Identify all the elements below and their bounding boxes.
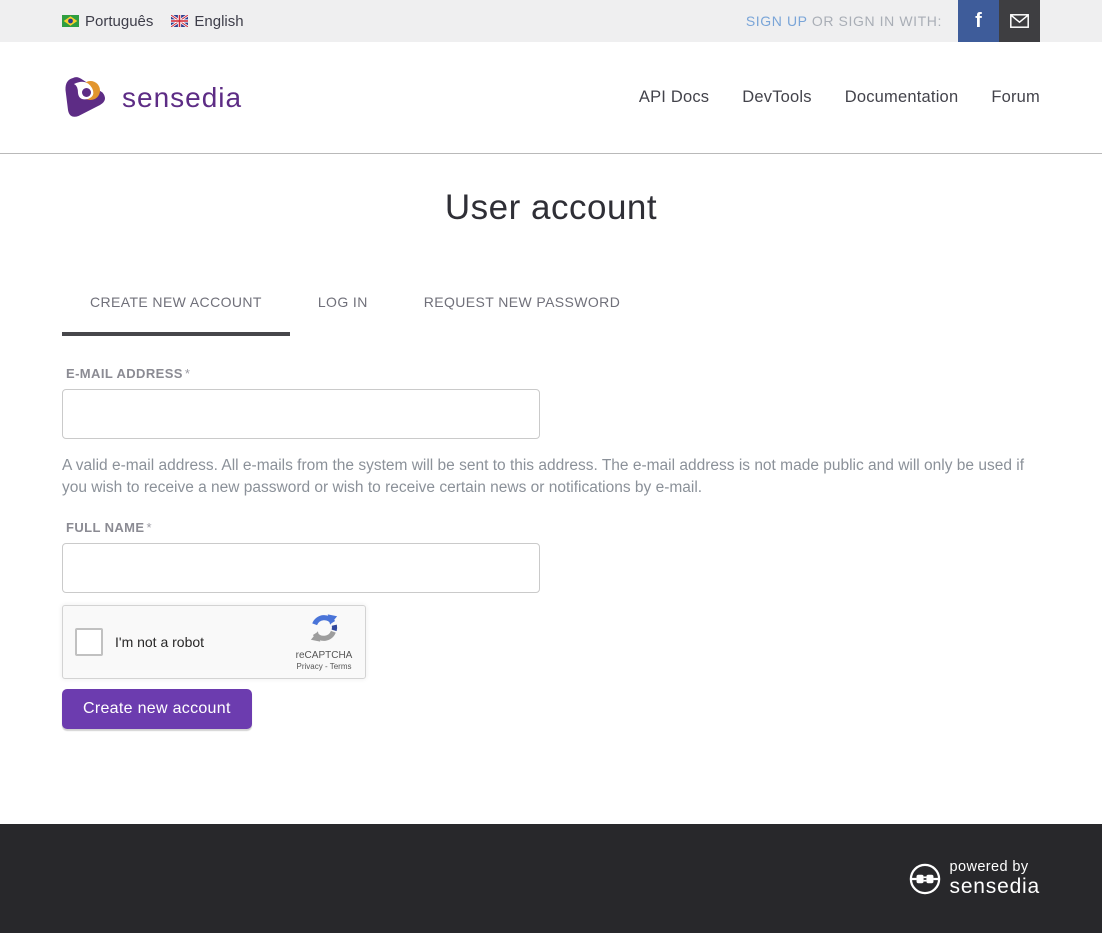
recaptcha-privacy-link[interactable]: Privacy — [297, 662, 323, 671]
topbar: Português English SIGN U — [0, 0, 1102, 42]
recaptcha-label: I'm not a robot — [115, 634, 287, 650]
facebook-signin-button[interactable]: f — [958, 0, 999, 42]
email-help-text: A valid e-mail address. All e-mails from… — [62, 455, 1040, 498]
email-signin-button[interactable] — [999, 0, 1040, 42]
language-link-english[interactable]: English — [171, 13, 243, 30]
tab-log-in[interactable]: LOG IN — [290, 294, 396, 336]
recaptcha-brand-text: reCAPTCHA — [287, 650, 361, 661]
recaptcha-links: Privacy - Terms — [287, 662, 361, 671]
account-tabs: CREATE NEW ACCOUNT LOG IN REQUEST NEW PA… — [62, 294, 1040, 336]
recaptcha-widget: I'm not a robot reCAPTCHA Privacy - Term… — [62, 605, 366, 679]
language-link-portugues[interactable]: Português — [62, 13, 153, 30]
sensedia-logo[interactable]: sensedia — [62, 74, 242, 122]
recaptcha-terms-link[interactable]: Terms — [330, 662, 352, 671]
nav-item-devtools[interactable]: DevTools — [742, 88, 811, 106]
tab-create-new-account[interactable]: CREATE NEW ACCOUNT — [62, 294, 290, 336]
page-title: User account — [0, 188, 1102, 228]
sensedia-logo-mark-icon — [62, 74, 110, 122]
email-field[interactable] — [62, 389, 540, 439]
full-name-field[interactable] — [62, 543, 540, 593]
create-new-account-button[interactable]: Create new account — [62, 689, 252, 729]
recaptcha-logo-icon — [309, 630, 339, 647]
required-mark: * — [146, 520, 151, 535]
full-name-label: FULL NAME* — [66, 520, 1040, 535]
powered-by-sensedia-logo[interactable]: powered by sensedia — [909, 860, 1040, 898]
sensedia-plug-icon — [909, 863, 941, 895]
facebook-icon: f — [975, 10, 982, 33]
uk-flag-icon — [171, 15, 188, 27]
nav-item-api-docs[interactable]: API Docs — [639, 88, 709, 106]
site-footer: powered by sensedia — [0, 824, 1102, 933]
nav-item-forum[interactable]: Forum — [991, 88, 1040, 106]
main-nav: API Docs DevTools Documentation Forum — [639, 88, 1040, 107]
signin-area: SIGN UP OR SIGN IN WITH: f — [746, 0, 1040, 42]
language-switcher: Português English — [62, 0, 244, 42]
sensedia-wordmark: sensedia — [122, 82, 242, 114]
envelope-icon — [1010, 14, 1029, 28]
required-mark: * — [185, 366, 190, 381]
main-content: User account CREATE NEW ACCOUNT LOG IN R… — [0, 188, 1102, 824]
recaptcha-checkbox[interactable] — [75, 628, 103, 656]
email-label: E-MAIL ADDRESS* — [66, 366, 1040, 381]
create-account-form: E-MAIL ADDRESS* A valid e-mail address. … — [62, 366, 1040, 729]
recaptcha-branding: reCAPTCHA Privacy - Terms — [287, 613, 361, 671]
language-label: English — [194, 13, 243, 30]
nav-item-documentation[interactable]: Documentation — [845, 88, 959, 106]
language-label: Português — [85, 13, 153, 30]
or-sign-in-with-text: OR SIGN IN WITH: — [812, 13, 942, 29]
signin-text: SIGN UP OR SIGN IN WITH: — [746, 13, 942, 29]
sign-up-link[interactable]: SIGN UP — [746, 13, 808, 29]
site-header: sensedia API Docs DevTools Documentation… — [0, 42, 1102, 154]
tab-request-new-password[interactable]: REQUEST NEW PASSWORD — [396, 294, 649, 336]
brazil-flag-icon — [62, 15, 79, 27]
powered-by-text: powered by sensedia — [950, 860, 1040, 898]
